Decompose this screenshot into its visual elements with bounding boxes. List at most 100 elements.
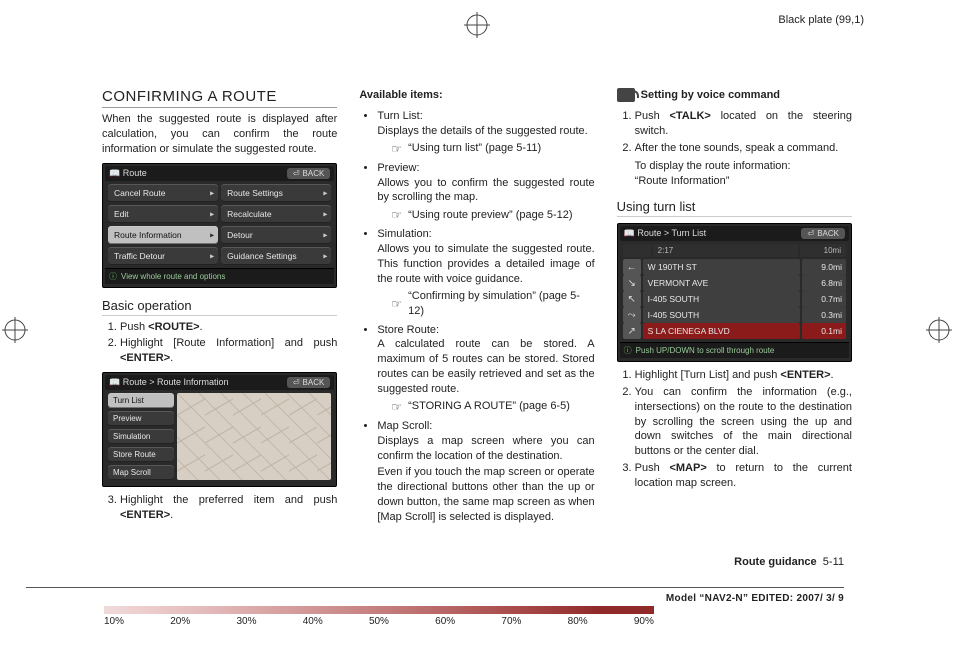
chevron-right-icon: ▸ [323,230,327,239]
page-columns: CONFIRMING A ROUTE When the suggested ro… [102,88,852,529]
route-info-sidelist: Turn List Preview Simulation Store Route Map… [108,393,174,480]
turn-direction-icon: ↖ [623,291,641,307]
menu-button[interactable]: Simulation [108,429,174,444]
list-item: Push <MAP> to return to the current loca… [635,461,852,491]
turn-list-row[interactable]: ↖I-405 SOUTH0.7mi [623,291,846,307]
cross-reference: ☞ “Confirming by simulation” (page 5-12) [391,289,594,319]
ruler-label: 80% [568,616,588,627]
back-button[interactable]: ⏎BACK [287,168,331,179]
basic-operation-heading: Basic operation [102,298,337,316]
turn-list-row[interactable]: ←W 190TH ST9.0mi [623,259,846,275]
intro-paragraph: When the suggested route is displayed af… [102,112,337,157]
item-desc: A calculated route can be stored. A maxi… [377,337,594,396]
reference-text: “Confirming by simulation” (page 5-12) [408,289,595,319]
available-items-list: Turn List:Displays the details of the su… [359,109,594,525]
edit-line: Model “NAV2-N” EDITED: 2007/ 3/ 9 [666,593,844,604]
turn-street-label: VERMONT AVE [643,275,800,291]
screenshot-footer: ⓘPush UP/DOWN to scroll through route [620,342,849,358]
item-name: Simulation: [377,227,594,242]
back-button[interactable]: ⏎BACK [801,228,845,239]
menu-button[interactable]: Cancel Route▸ [108,184,218,202]
column-2: Available items: Turn List:Displays the … [359,88,594,529]
ruler-label: 70% [501,616,521,627]
menu-button[interactable]: Route Settings▸ [221,184,331,202]
menu-button[interactable]: Detour▸ [221,226,331,244]
list-item: Highlight the preferred item and push <E… [120,493,337,523]
chevron-right-icon: ▸ [210,230,214,239]
turn-list-row[interactable]: ↘VERMONT AVE6.8mi [623,275,846,291]
turn-direction-icon: ⤳ [623,307,641,323]
turn-distance: 0.7mi [802,291,846,307]
turn-distance: 6.8mi [802,275,846,291]
screenshot-titlebar: 📖 Route > Route Information ⏎BACK [105,375,334,390]
map-preview [177,393,331,480]
turn-distance: 9.0mi [802,259,846,275]
density-ruler: 10%20%30%40%50%60%70%80%90% [104,606,654,624]
menu-button[interactable]: Edit▸ [108,205,218,223]
chevron-right-icon: ▸ [323,188,327,197]
voice-icon [617,88,635,102]
list-item: Push <TALK> located on the steering swit… [635,109,852,139]
voice-command-heading: Setting by voice command [617,88,852,103]
column-3: Setting by voice command Push <TALK> loc… [617,88,852,529]
menu-button[interactable]: Map Scroll [108,465,174,480]
route-menu-grid: Cancel Route▸Route Settings▸Edit▸Recalcu… [105,181,334,268]
turn-direction-icon: ← [623,259,641,275]
turn-list-heading: Using turn list [617,199,852,217]
chevron-right-icon: ▸ [210,209,214,218]
cross-reference: ☞“Using route preview” (page 5-12) [391,207,594,223]
voice-note-value: “Route Information” [635,174,852,189]
list-item: Push <ROUTE>. [120,320,337,335]
basic-operation-steps-b: Highlight the preferred item and push <E… [102,493,337,523]
menu-button[interactable]: Guidance Settings▸ [221,247,331,265]
menu-button[interactable]: Store Route [108,447,174,462]
info-icon: ⓘ [109,271,117,282]
menu-button[interactable]: Preview [108,411,174,426]
back-button[interactable]: ⏎BACK [287,377,331,388]
reference-text: “Using turn list” (page 5-11) [408,141,541,156]
cross-reference: ☞“STORING A ROUTE” (page 6-5) [391,399,594,415]
screenshot-title: 📖 Route > Turn List [624,228,707,239]
screenshot-route-info: 📖 Route > Route Information ⏎BACK Turn L… [102,372,337,487]
list-item: Highlight [Turn List] and push <ENTER>. [635,368,852,383]
chevron-right-icon: ▸ [323,251,327,260]
turn-list-head-icon [623,244,651,257]
column-1: CONFIRMING A ROUTE When the suggested ro… [102,88,337,529]
turn-street-label: S LA CIENEGA BLVD [643,323,800,339]
menu-button[interactable]: Recalculate▸ [221,205,331,223]
menu-button[interactable]: Route Information▸ [108,226,218,244]
pointer-icon: ☞ [391,296,402,312]
list-item: You can confirm the information (e.g., i… [635,385,852,459]
item-name: Store Route: [377,323,594,338]
turn-distance: 0.1mi [802,323,846,339]
pointer-icon: ☞ [391,141,402,157]
turn-list-head-time: 2:17 [653,244,798,257]
turn-list-row[interactable]: ↗S LA CIENEGA BLVD0.1mi [623,323,846,339]
basic-operation-steps-a: Push <ROUTE>. Highlight [Route Informati… [102,320,337,367]
chevron-right-icon: ▸ [210,188,214,197]
turn-direction-icon: ↘ [623,275,641,291]
voice-command-steps: Push <TALK> located on the steering swit… [617,109,852,189]
turn-distance: 0.3mi [802,307,846,323]
ruler-label: 20% [170,616,190,627]
turn-street-label: W 190TH ST [643,259,800,275]
voice-note: To display the route information: [635,159,852,174]
screenshot-titlebar: 📖 Route ⏎BACK [105,166,334,181]
plate-label: Black plate (99,1) [778,14,864,26]
menu-button[interactable]: Turn List [108,393,174,408]
list-item: Highlight [Route Information] and push <… [120,336,337,366]
list-item: After the tone sounds, speak a command. … [635,141,852,190]
screenshot-title: 📖 Route [109,168,147,179]
turn-list-head-dist: 10mi [800,244,846,257]
section-title: CONFIRMING A ROUTE [102,88,337,108]
page-sheet: Black plate (99,1) CONFIRMING A ROUTE Wh… [0,0,954,660]
turn-list-row[interactable]: ⤳I-405 SOUTH0.3mi [623,307,846,323]
item-name: Map Scroll: [377,419,594,434]
item-desc: Allows you to confirm the suggested rout… [377,176,594,206]
screenshot-title: 📖 Route > Route Information [109,377,229,388]
screenshot-titlebar: 📖 Route > Turn List ⏎BACK [620,226,849,241]
screenshot-turn-list: 📖 Route > Turn List ⏎BACK 2:17 10mi ←W 1… [617,223,852,362]
menu-button[interactable]: Traffic Detour▸ [108,247,218,265]
available-item: Map Scroll:Displays a map screen where y… [377,419,594,525]
chevron-right-icon: ▸ [210,251,214,260]
